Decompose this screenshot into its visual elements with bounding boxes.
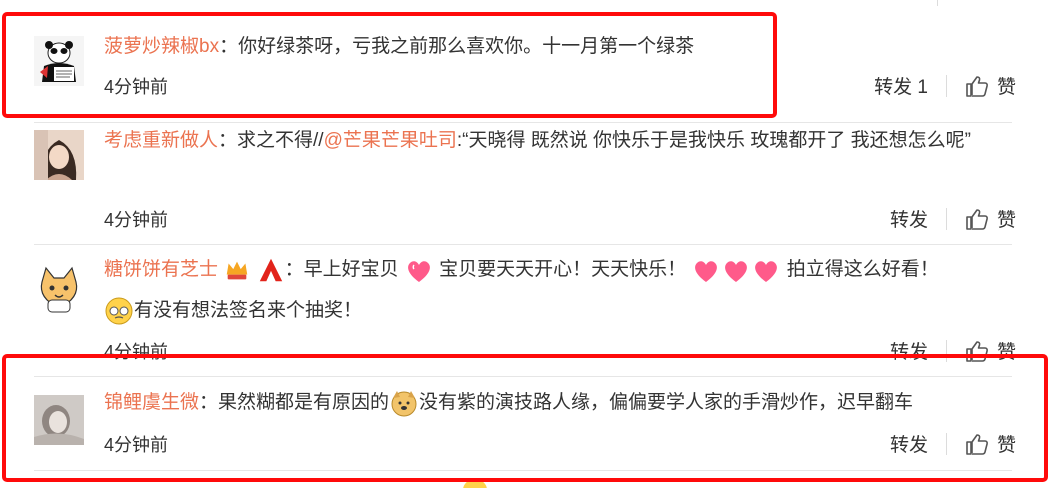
crown-badge-icon xyxy=(227,261,248,280)
row-divider xyxy=(34,122,1012,123)
heart-emoji-icon xyxy=(407,261,430,282)
highlight-box xyxy=(2,12,777,118)
comment-body-2: 宝贝要天天开心！天天快乐！ xyxy=(433,259,687,280)
divider xyxy=(945,207,947,230)
thumbs-up-icon xyxy=(966,208,988,230)
sweat-emoji-icon xyxy=(105,297,133,325)
comment-body-3: 拍立得这么好看！ xyxy=(781,259,939,280)
highlight-box xyxy=(2,354,1048,482)
like-button[interactable]: 赞 xyxy=(965,205,1016,232)
repost-button[interactable]: 转发 1 xyxy=(874,72,928,99)
like-label: 赞 xyxy=(996,77,1016,98)
comment-body-quote: :“天晓得 既然说 你快乐于是我快乐 玫瑰都开了 我还想怎么呢” xyxy=(456,130,971,151)
comment-body-4: 有没有想法签名来个抽奖！ xyxy=(134,300,363,321)
avatar[interactable] xyxy=(34,264,84,314)
comment-text: 糖饼饼有芝士 ：早上好宝贝 宝贝要天天开心！天天快乐！ 拍立得这么好看！ xyxy=(104,253,1022,287)
comment-actions: 转发 赞 xyxy=(890,205,1016,232)
mention-link[interactable]: @芒果芒果吐司 xyxy=(324,130,457,151)
username-link[interactable]: 考虑重新做人 xyxy=(104,130,218,151)
heart-emoji-icon xyxy=(755,261,778,282)
row-divider xyxy=(34,244,1012,245)
divider xyxy=(945,74,947,97)
avatar[interactable] xyxy=(34,130,84,180)
heart-emoji-icon xyxy=(695,261,718,282)
timestamp: 4分钟前 xyxy=(104,210,169,230)
top-partial-actions xyxy=(879,0,1016,6)
like-label: 赞 xyxy=(996,210,1016,231)
comment-text: 考虑重新做人：求之不得//@芒果芒果吐司:“天晓得 既然说 你快乐于是我快乐 玫… xyxy=(104,124,1022,158)
username-link[interactable]: 糖饼饼有芝士 xyxy=(104,259,218,280)
thumbs-up-icon xyxy=(966,75,988,97)
heart-emoji-icon xyxy=(725,261,748,282)
repost-button[interactable]: 转发 xyxy=(890,205,928,232)
red-a-badge-icon xyxy=(259,258,282,282)
comment-body: ：求之不得// xyxy=(218,130,324,151)
comment-actions: 转发 1 赞 xyxy=(874,72,1016,99)
like-button[interactable]: 赞 xyxy=(965,72,1016,99)
comment-text-line2: 有没有想法签名来个抽奖！ xyxy=(104,294,1022,328)
comment-body: ：早上好宝贝 xyxy=(284,259,399,280)
